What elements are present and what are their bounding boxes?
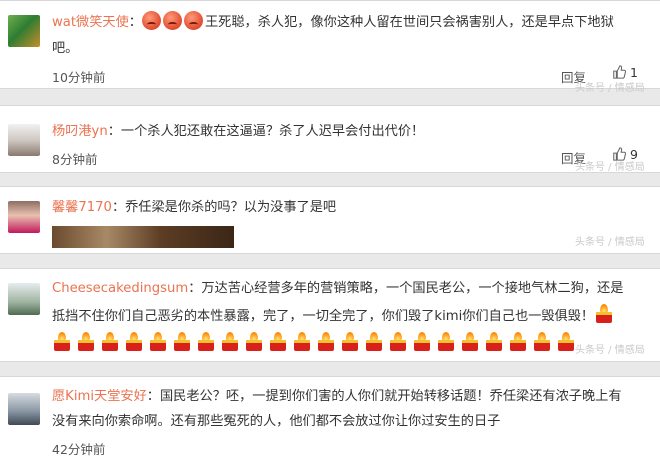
comment-username[interactable]: Cheesecakedingsum: [52, 281, 188, 296]
candle-emoji-icon: [436, 332, 456, 352]
comment-text-line2: 抵挡不住你们自己恶劣的本性暴露，完了，一切全完了，你们毁了kimi你们自己也一毁…: [52, 304, 650, 328]
candle-emoji-icon: [532, 332, 552, 352]
candle-emoji-icon: [388, 332, 408, 352]
watermark: 头条号 / 情感局: [575, 345, 645, 356]
avatar[interactable]: [8, 393, 40, 425]
comment-card: wat微笑天使： 王死聪，杀人犯，像你这种人留在世间只会祸害别人，还是早点下地狱 …: [0, 0, 660, 94]
watermark: 头条号 / 情感局: [575, 162, 645, 173]
comment-time: 8分钟前: [52, 152, 98, 167]
avatar[interactable]: [8, 283, 40, 315]
comment-text: 杨叼港yn：一个杀人犯还敢在这逼逼？杀了人迟早会付出代价！: [52, 124, 425, 139]
candle-emoji-icon: [148, 332, 168, 352]
candle-emoji-icon: [124, 332, 144, 352]
comment-username[interactable]: wat微笑天使: [52, 15, 129, 30]
candle-emoji-icon: [172, 332, 192, 352]
comment-username[interactable]: 馨馨7170: [52, 200, 112, 215]
comment-card: 杨叼港yn：一个杀人犯还敢在这逼逼？杀了人迟早会付出代价！ 8分钟前 回复 9 …: [0, 105, 660, 173]
comment-text: 愿Kimi天堂安好：国民老公？呸，一提到你们害的人你们就开始转移话题！乔任梁还有…: [52, 389, 622, 404]
comment-card: 愿Kimi天堂安好：国民老公？呸，一提到你们害的人你们就开始转移话题！乔任梁还有…: [0, 376, 660, 471]
candle-emoji-icon: [340, 332, 360, 352]
candle-emoji-icon: [268, 332, 288, 352]
candle-emoji-icon: [100, 332, 120, 352]
comment-time: 10分钟前: [52, 70, 106, 85]
watermark: 头条号 / 情感局: [575, 237, 645, 248]
candle-emoji-icon: [76, 332, 96, 352]
avatar[interactable]: [8, 124, 40, 156]
comment-text: Cheesecakedingsum：万达苦心经营多年的营销策略，一个国民老公，一…: [52, 281, 624, 296]
comment-username[interactable]: 愿Kimi天堂安好: [52, 389, 147, 404]
angry-emoji-icon: [141, 11, 161, 30]
candle-emoji-icon: [220, 332, 240, 352]
comment-username[interactable]: 杨叼港yn: [52, 124, 108, 139]
comment-card: 馨馨7170：乔任梁是你杀的吗？以为没事了是吧 头条号 / 情感局: [0, 186, 660, 254]
thumb-up-icon: [613, 65, 626, 79]
candle-emoji-icon: [364, 332, 384, 352]
watermark: 头条号 / 情感局: [575, 83, 645, 94]
candle-emoji-icon: [292, 332, 312, 352]
candle-emoji-icon: [484, 332, 504, 352]
candle-emoji-icon: [460, 332, 480, 352]
candle-emoji-icon: [556, 332, 576, 352]
comment-time: 42分钟前: [52, 442, 106, 457]
candle-emoji-icon: [196, 332, 216, 352]
candle-emoji-icon: [316, 332, 336, 352]
angry-emoji-icon: [183, 11, 203, 30]
attached-image[interactable]: [52, 226, 234, 248]
comment-text-line2: 没有来向你索命啊。还有那些冤死的人，他们都不会放过你让你过安生的日子: [52, 414, 501, 429]
candle-emoji-icon: [244, 332, 264, 352]
candle-emoji-row: [52, 332, 580, 354]
candle-emoji-icon: [508, 332, 528, 352]
candle-emoji-icon: [412, 332, 432, 352]
like-count: 1: [629, 65, 638, 80]
comment-text: 馨馨7170：乔任梁是你杀的吗？以为没事了是吧: [52, 200, 337, 215]
avatar[interactable]: [8, 201, 40, 233]
angry-emoji-icon: [162, 11, 182, 30]
like-button[interactable]: 1: [612, 65, 638, 80]
candle-emoji-icon: [52, 332, 72, 352]
comment-text: wat微笑天使： 王死聪，杀人犯，像你这种人留在世间只会祸害别人，还是早点下地狱: [52, 11, 650, 34]
candle-emoji-icon: [594, 304, 614, 324]
avatar[interactable]: [8, 15, 40, 47]
comment-card: Cheesecakedingsum：万达苦心经营多年的营销策略，一个国民老公，一…: [0, 268, 660, 362]
comment-text-line2: 吧。: [52, 41, 79, 56]
